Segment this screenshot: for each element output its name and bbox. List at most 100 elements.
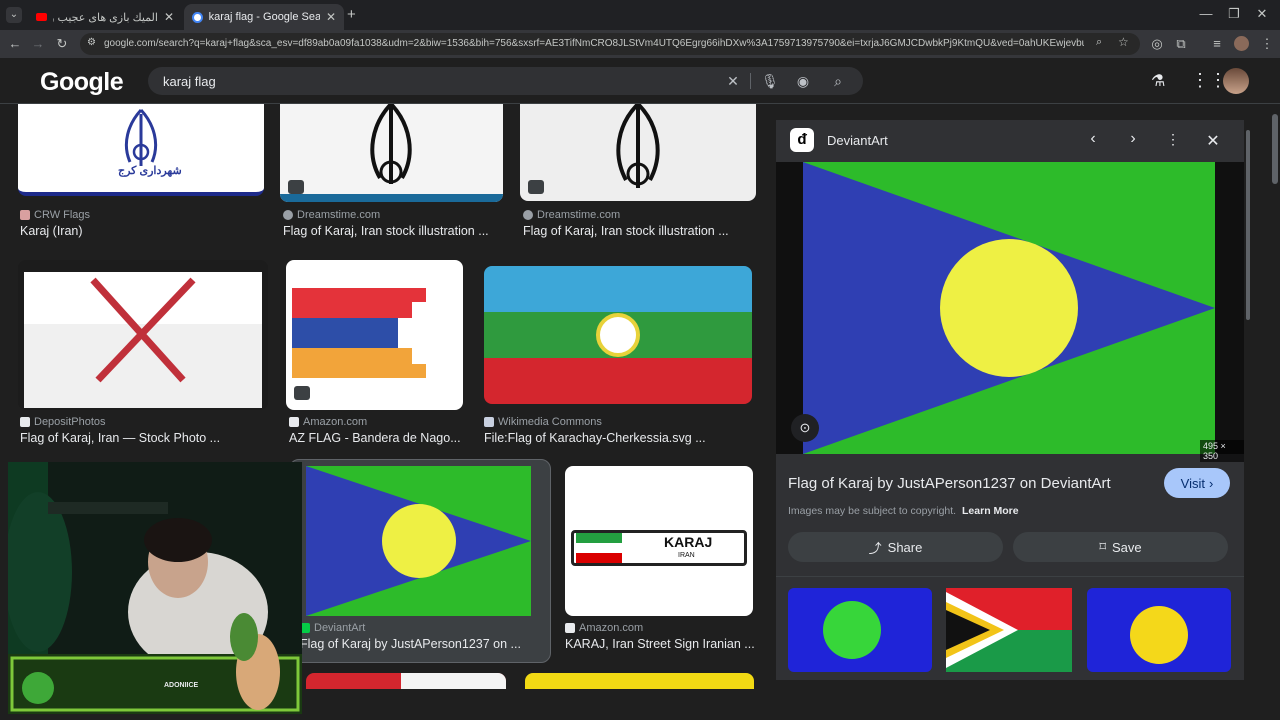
extension-icon[interactable]: ◎ xyxy=(1148,36,1166,52)
save-button[interactable]: ⌑ Save xyxy=(1013,532,1228,562)
back-arrow-icon[interactable]: ← xyxy=(6,36,24,51)
omnibox[interactable]: ⚙ google.com/search?q=karaj+flag&sca_esv… xyxy=(80,33,1140,55)
dreamstime-icon xyxy=(283,210,293,220)
share-button[interactable]: ⤴ Share xyxy=(788,532,1003,562)
divider xyxy=(750,73,751,89)
result-thumbnail[interactable] xyxy=(286,260,463,410)
new-tab-button[interactable]: + xyxy=(347,6,356,23)
result-title[interactable]: File:Flag of Karachay-Cherkessia.svg ... xyxy=(484,431,706,445)
wikimedia-icon xyxy=(484,417,494,427)
close-tab-icon[interactable]: ✕ xyxy=(326,10,336,24)
result-thumbnail[interactable] xyxy=(280,104,503,202)
labs-flask-icon[interactable]: ⚗ xyxy=(1151,71,1165,91)
puzzle-icon[interactable]: ⧉ xyxy=(1172,36,1190,52)
page-scrollbar[interactable] xyxy=(1270,104,1280,684)
restore-icon[interactable]: ❐ xyxy=(1224,6,1244,22)
result-title[interactable]: KARAJ, Iran Street Sign Iranian ... xyxy=(565,637,755,651)
result-thumbnail[interactable] xyxy=(484,266,752,404)
image-badge-icon xyxy=(528,180,544,194)
street-sign: KARAJ IRAN xyxy=(571,530,747,566)
related-image-thumbnail[interactable] xyxy=(788,588,932,672)
close-window-icon[interactable]: ✕ xyxy=(1252,6,1272,22)
apps-grid-icon[interactable]: ⋮⋮ xyxy=(1191,70,1227,91)
more-options-icon[interactable]: ⋮ xyxy=(1162,131,1184,148)
streamer-overlay-text: ADONIICE xyxy=(164,682,199,689)
result-thumbnail[interactable] xyxy=(306,673,506,689)
scrollbar-thumb[interactable] xyxy=(1272,114,1278,184)
result-title[interactable]: Flag of Karaj by JustAPerson1237 on ... xyxy=(300,637,521,651)
result-source: DeviantArt xyxy=(300,622,365,634)
emblem-caption: شهرداری کرج xyxy=(118,165,182,177)
close-tab-icon[interactable]: ✕ xyxy=(164,10,174,24)
result-thumbnail[interactable] xyxy=(520,104,756,201)
result-source: Wikimedia Commons xyxy=(484,416,602,428)
address-bar-row: ← → ↻ ⚙ google.com/search?q=karaj+flag&s… xyxy=(0,30,1280,58)
close-panel-icon[interactable]: ✕ xyxy=(1202,131,1224,151)
reload-icon[interactable]: ↻ xyxy=(53,36,71,52)
panel-scrollbar[interactable] xyxy=(1246,130,1250,320)
swords-flag-image xyxy=(24,272,262,408)
crw-flags-icon xyxy=(20,210,30,220)
forward-arrow-icon[interactable]: → xyxy=(29,36,47,51)
minimize-icon[interactable]: — xyxy=(1196,6,1216,21)
panel-source[interactable]: DeviantArt xyxy=(827,133,888,148)
copyright-text: Images may be subject to copyright. xyxy=(788,505,957,517)
amazon-icon xyxy=(565,623,575,633)
result-thumbnail[interactable] xyxy=(18,260,268,410)
lens-search-icon[interactable]: ⊙ xyxy=(791,414,819,442)
save-label: Save xyxy=(1112,539,1142,555)
site-info-icon[interactable]: ⚙ xyxy=(87,37,96,48)
karaj-emblem-image xyxy=(280,104,503,202)
search-query: karaj flag xyxy=(163,74,216,89)
tab-search-button[interactable]: ⌄ xyxy=(6,7,22,23)
media-icon[interactable]: ≡ xyxy=(1208,36,1226,51)
result-source: DepositPhotos xyxy=(20,416,106,428)
result-thumbnail[interactable] xyxy=(306,466,531,616)
account-avatar[interactable] xyxy=(1223,68,1249,94)
next-arrow-icon[interactable]: › xyxy=(1122,130,1144,148)
google-header: Google karaj flag ✕ 🎙 ◉ ⌕ ⚗ ⋮⋮ xyxy=(0,58,1280,104)
result-title[interactable]: Flag of Karaj, Iran stock illustration .… xyxy=(523,224,729,238)
result-title[interactable]: Flag of Karaj, Iran — Stock Photo ... xyxy=(20,431,220,445)
karachay-flag-image xyxy=(484,266,752,404)
previous-arrow-icon[interactable]: ‹ xyxy=(1082,130,1104,148)
image-dimensions: 495 × 350 xyxy=(1200,440,1244,462)
microphone-icon[interactable]: 🎙 xyxy=(761,73,779,90)
tab-video[interactable]: الميك بازی های عجیب و غریب ✕ xyxy=(28,4,182,30)
deviantart-logo-icon: ᵭ xyxy=(790,128,814,152)
iran-flag-mini xyxy=(576,533,622,563)
result-thumbnail[interactable] xyxy=(525,673,754,689)
menu-kebab-icon[interactable]: ⋮ xyxy=(1258,36,1276,52)
search-input[interactable]: karaj flag ✕ 🎙 ◉ ⌕ xyxy=(148,67,863,95)
result-source: Dreamstime.com xyxy=(283,209,380,221)
share-label: Share xyxy=(887,539,923,555)
zoom-icon[interactable]: ⌕ xyxy=(1096,36,1102,49)
profile-avatar[interactable] xyxy=(1234,36,1249,51)
clear-icon[interactable]: ✕ xyxy=(724,73,742,90)
search-icon[interactable]: ⌕ xyxy=(829,73,847,90)
related-image-thumbnail[interactable] xyxy=(946,588,1072,672)
result-title[interactable]: AZ FLAG - Bandera de Nago... xyxy=(289,431,461,445)
tab-title: karaj flag - Google Search xyxy=(208,11,320,23)
panel-title[interactable]: Flag of Karaj by JustAPerson1237 on Devi… xyxy=(788,475,1111,492)
visit-label: Visit xyxy=(1180,475,1205,491)
tab-google-search[interactable]: karaj flag - Google Search ✕ xyxy=(184,4,344,30)
lens-icon[interactable]: ◉ xyxy=(794,73,812,90)
learn-more-link[interactable]: Learn More xyxy=(962,505,1019,517)
result-thumbnail[interactable]: شهرداری کرج xyxy=(18,104,264,196)
visit-button[interactable]: Visit › xyxy=(1164,468,1230,498)
result-title[interactable]: Flag of Karaj, Iran stock illustration .… xyxy=(283,224,489,238)
image-badge-icon xyxy=(288,180,304,194)
karaj-flag-large-image[interactable] xyxy=(803,162,1215,454)
share-icon: ⤴ xyxy=(868,540,882,556)
related-image-thumbnail[interactable] xyxy=(1087,588,1231,672)
result-title[interactable]: Karaj (Iran) xyxy=(20,224,83,238)
result-source: CRW Flags xyxy=(20,209,90,221)
google-logo[interactable]: Google xyxy=(40,68,124,97)
bookmark-star-icon[interactable]: ☆ xyxy=(1118,35,1129,49)
url-text: google.com/search?q=karaj+flag&sca_esv=d… xyxy=(104,38,1084,49)
depositphotos-icon xyxy=(20,417,30,427)
partial-flag-white xyxy=(401,673,506,689)
preview-image-area: ⊙ 495 × 350 xyxy=(776,162,1244,462)
result-thumbnail[interactable]: KARAJ IRAN xyxy=(565,466,753,616)
